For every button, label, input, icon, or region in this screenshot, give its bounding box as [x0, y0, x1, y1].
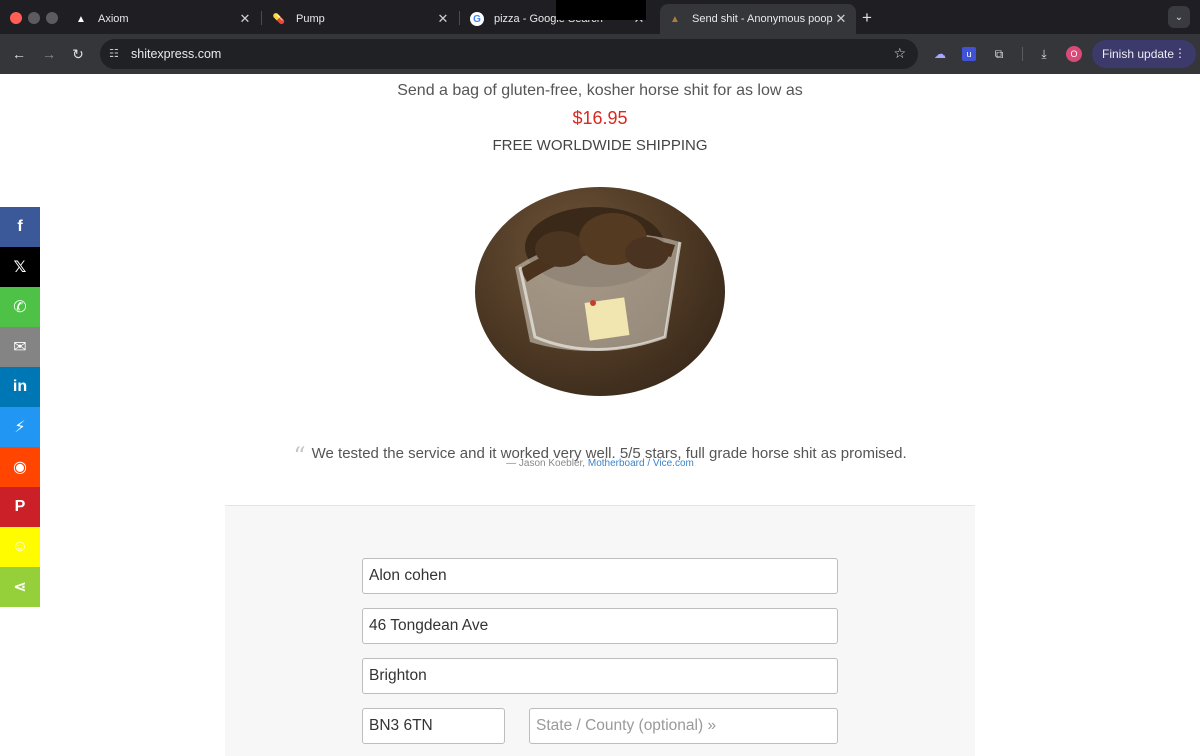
page-content: Send a bag of gluten-free, kosher horse …: [0, 74, 1200, 756]
back-arrow-icon[interactable]: ←: [8, 43, 30, 65]
snapchat-share-icon[interactable]: ☺: [0, 527, 40, 567]
street-address-field[interactable]: 46 Tongdean Ave: [362, 608, 838, 644]
address-bar[interactable]: ☷ shitexpress.com ☆: [100, 39, 918, 69]
whatsapp-share-icon[interactable]: ✆: [0, 287, 40, 327]
close-window-button[interactable]: [10, 12, 22, 24]
extension-ghost-icon[interactable]: ☁: [930, 44, 950, 64]
product-photo: [475, 187, 725, 396]
extensions-puzzle-icon[interactable]: ⧉: [989, 44, 1009, 64]
bookmark-star-icon[interactable]: ☆: [893, 45, 906, 62]
pinterest-share-icon[interactable]: P: [0, 487, 40, 527]
hero-tagline: Send a bag of gluten-free, kosher horse …: [397, 82, 803, 99]
facebook-share-icon[interactable]: f: [0, 207, 40, 247]
tab-strip: ▲ Axiom ✕ 💊 Pump ✕ G pizza - Google Sear…: [0, 0, 1200, 34]
name-field[interactable]: Alon cohen: [362, 558, 838, 594]
new-tab-icon[interactable]: +: [862, 8, 872, 28]
state-county-field[interactable]: State / County (optional) »: [529, 708, 838, 744]
close-tab-icon[interactable]: ✕: [834, 11, 848, 27]
pill-icon: 💊: [272, 13, 286, 25]
redacted-region: [556, 0, 646, 20]
maximize-window-button[interactable]: [46, 12, 58, 24]
reload-icon[interactable]: ↻: [67, 43, 89, 65]
share-share-icon[interactable]: ⋖: [0, 567, 40, 607]
testimonial-source-link[interactable]: Motherboard / Vice.com: [588, 458, 694, 469]
downloads-icon[interactable]: ⤓: [1034, 44, 1054, 64]
city-field[interactable]: Brighton: [362, 658, 838, 694]
url-text: shitexpress.com: [131, 47, 222, 61]
site-settings-icon[interactable]: ☷: [109, 47, 123, 61]
tab-search-chevron-icon[interactable]: ⌄: [1168, 6, 1190, 28]
profile-avatar[interactable]: O: [1066, 46, 1082, 62]
axiom-icon: ▲: [76, 13, 86, 25]
x-share-icon[interactable]: 𝕏: [0, 247, 40, 287]
email-share-icon[interactable]: ✉: [0, 327, 40, 367]
postcode-field[interactable]: BN3 6TN: [362, 708, 505, 744]
hero-price: $16.95: [572, 108, 628, 128]
google-icon: G: [470, 12, 484, 26]
close-tab-icon[interactable]: ✕: [436, 11, 450, 27]
messenger-share-icon[interactable]: ⚡: [0, 407, 40, 447]
order-form: Alon cohen 46 Tongdean Ave Brighton BN3 …: [225, 506, 975, 756]
poop-icon: ▲: [670, 13, 680, 25]
tab-send-shit[interactable]: ▲ Send shit - Anonymous poop ✕: [660, 4, 856, 34]
tab-axiom[interactable]: ▲ Axiom ✕: [66, 4, 260, 34]
testimonial-citation: — Jason Koebler, Motherboard / Vice.com: [506, 458, 694, 469]
browser-toolbar: ← → ↻ ☷ shitexpress.com ☆ ☁ u ⧉ ⤓ O Fini…: [0, 34, 1200, 74]
kebab-menu-icon[interactable]: ⋮: [1174, 46, 1186, 60]
finish-update-button[interactable]: Finish update ⋮: [1092, 40, 1196, 68]
extension-u-icon[interactable]: u: [962, 47, 976, 61]
close-tab-icon[interactable]: ✕: [238, 11, 252, 27]
forward-arrow-icon[interactable]: →: [38, 43, 60, 65]
tab-pump[interactable]: 💊 Pump ✕: [264, 4, 458, 34]
hero-shipping: FREE WORLDWIDE SHIPPING: [492, 137, 708, 154]
linkedin-share-icon[interactable]: in: [0, 367, 40, 407]
minimize-window-button[interactable]: [28, 12, 40, 24]
reddit-share-icon[interactable]: ◉: [0, 447, 40, 487]
